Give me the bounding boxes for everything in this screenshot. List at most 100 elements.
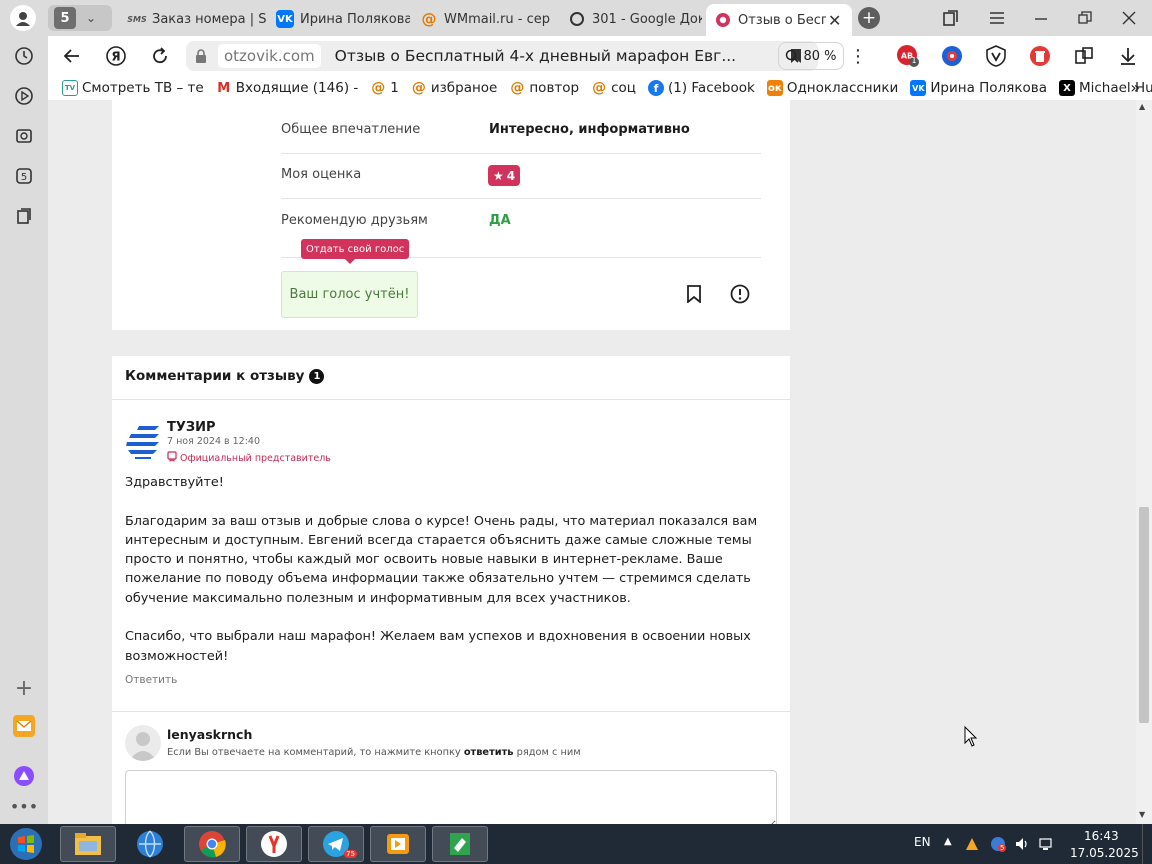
cleaner-extension-icon[interactable] [1026, 42, 1054, 70]
bookmark-item[interactable]: @ повтор [509, 80, 579, 96]
translate-extension-icon[interactable] [938, 42, 966, 70]
vk-icon: VK [276, 10, 294, 28]
tray-overflow-icon[interactable]: ▲ [944, 836, 952, 847]
chrome-icon [199, 831, 226, 858]
facebook-icon: f [647, 80, 664, 96]
tab-otzovik-active[interactable]: Отзыв о Беспл ✕ [706, 4, 852, 36]
svg-text:Я: Я [111, 50, 120, 64]
reply-link[interactable]: Ответить [125, 674, 177, 686]
taskbar-chrome[interactable] [184, 826, 240, 862]
badge-icon [167, 451, 177, 465]
bookmark-item[interactable]: f (1) Facebook [647, 80, 755, 96]
browser-menu-icon[interactable] [10, 5, 36, 31]
bookmark-item[interactable]: @ соц [591, 80, 636, 96]
hamburger-menu-icon[interactable] [988, 9, 1006, 27]
scrollbar-thumb[interactable] [1139, 507, 1149, 723]
current-username: lenyaskrnch [167, 727, 253, 742]
comment-textarea[interactable] [125, 770, 777, 824]
wmmail-icon: @ [371, 80, 386, 96]
otzovik-icon [714, 11, 732, 29]
taskbar-explorer[interactable] [60, 826, 116, 862]
scroll-up-icon[interactable]: ▲ [1139, 102, 1145, 111]
bookmark-item[interactable]: @ избраное [411, 80, 498, 96]
taskbar-notepad[interactable] [432, 826, 488, 862]
alice-assistant-icon[interactable] [12, 764, 36, 788]
taskbar-media-player[interactable] [370, 826, 426, 862]
comment-avatar[interactable] [125, 424, 161, 460]
address-bar-row: Я otzovik.com Отзыв о Бесплатный 4-х дне… [48, 36, 1152, 76]
bookmark-item[interactable]: TV Смотреть ТВ – те [62, 80, 204, 96]
back-arrow-icon[interactable] [58, 42, 86, 70]
lock-icon[interactable] [194, 48, 208, 64]
bookmark-item[interactable]: M Входящие (146) - [216, 80, 358, 96]
volume-icon[interactable] [1014, 836, 1030, 852]
download-icon[interactable] [1114, 42, 1142, 70]
bookmark-item[interactable]: VK Ирина Полякова [910, 80, 1047, 96]
extensions-icon[interactable] [1070, 42, 1098, 70]
tray-app-icon[interactable] [964, 836, 980, 852]
comment-body: Здравствуйте! Благодарим за ваш отзыв и … [125, 473, 773, 666]
tab-group-button[interactable]: 5 ⌄ [48, 5, 112, 31]
bookmark-item[interactable]: @1 [370, 80, 399, 96]
media-player-icon [387, 834, 409, 854]
minimize-icon[interactable] [1032, 9, 1050, 27]
taskbar-yandex-browser[interactable] [246, 826, 302, 862]
bookmark-item[interactable]: ок Одноклассники [766, 80, 898, 96]
taskbar-ie[interactable] [122, 826, 178, 862]
close-window-icon[interactable] [1120, 9, 1138, 27]
collections-icon[interactable] [942, 9, 960, 27]
loading-spinner-icon [568, 10, 586, 28]
adblock-extension-icon[interactable]: AB 1 [894, 42, 922, 70]
windows-taskbar: 75 EN ▲ 5 16:43 17.05.2025 [0, 824, 1152, 864]
scroll-down-icon[interactable]: ▼ [1139, 810, 1145, 819]
add-panel-icon[interactable]: + [12, 676, 36, 701]
yandex-logo-icon[interactable]: Я [102, 42, 130, 70]
tab-sms[interactable]: SMS Заказ номера | S [120, 5, 268, 33]
vote-tooltip: Отдать свой голос [301, 239, 410, 259]
screenshot-icon[interactable] [12, 124, 36, 148]
wmmail-icon: @ [510, 80, 525, 96]
tab-vk[interactable]: VK Ирина Полякова [268, 5, 410, 33]
bookmarks-overflow-icon[interactable]: » [1130, 78, 1140, 97]
play-icon[interactable] [12, 84, 36, 108]
clock-time[interactable]: 16:43 [1084, 829, 1119, 843]
tab-wmmail[interactable]: @ WMmail.ru - сер [412, 5, 558, 33]
reload-icon[interactable] [146, 42, 174, 70]
network-icon[interactable] [1038, 836, 1054, 852]
clock-date[interactable]: 17.05.2025 [1070, 846, 1139, 860]
divider [112, 711, 790, 712]
taskbar-telegram[interactable]: 75 [308, 826, 364, 862]
star-icon: ★ [493, 168, 504, 183]
more-dots-icon[interactable]: ••• [10, 794, 38, 818]
report-icon[interactable] [730, 284, 752, 306]
vpn-extension-icon[interactable] [982, 42, 1010, 70]
history-icon[interactable] [12, 44, 36, 68]
recommend-label: Рекомендую друзьям [281, 213, 428, 228]
rating-badge: ★ 4 [488, 165, 521, 186]
comment-hint: Если Вы отвечаете на комментарий, то наж… [167, 747, 581, 758]
more-vertical-icon[interactable]: ⋮ [844, 42, 872, 70]
new-tab-button[interactable]: + [858, 7, 880, 29]
tv-icon: TV [62, 80, 78, 96]
url-domain-chip[interactable]: otzovik.com [218, 44, 321, 68]
odnoklassniki-icon: ок [766, 80, 783, 96]
url-field[interactable]: otzovik.com Отзыв о Бесплатный 4-х дневн… [186, 41, 818, 71]
show-desktop-button[interactable] [1142, 824, 1152, 864]
tray-yandex-icon[interactable]: 5 [990, 836, 1007, 852]
user-avatar [125, 725, 161, 761]
comment-paragraph: Спасибо, что выбрали наш марафон! Желаем… [125, 629, 751, 664]
zoom-indicator[interactable]: 80 % [778, 42, 844, 70]
wmmail-icon: @ [411, 80, 426, 96]
tab-google-docs[interactable]: 301 - Google Док [560, 5, 702, 33]
mail-app-icon[interactable] [12, 714, 36, 738]
notes-icon[interactable] [12, 204, 36, 228]
restore-icon[interactable] [1076, 9, 1094, 27]
start-button[interactable] [6, 826, 46, 862]
language-indicator[interactable]: EN [914, 835, 931, 849]
bookmark-review-icon[interactable] [686, 285, 704, 305]
wmmail-icon: @ [421, 10, 437, 28]
close-tab-icon[interactable]: ✕ [828, 11, 841, 30]
tab-count-icon[interactable]: 5 [12, 164, 36, 188]
comment-author[interactable]: ТУЗИР [167, 420, 216, 435]
tooltip-arrow [345, 259, 355, 264]
